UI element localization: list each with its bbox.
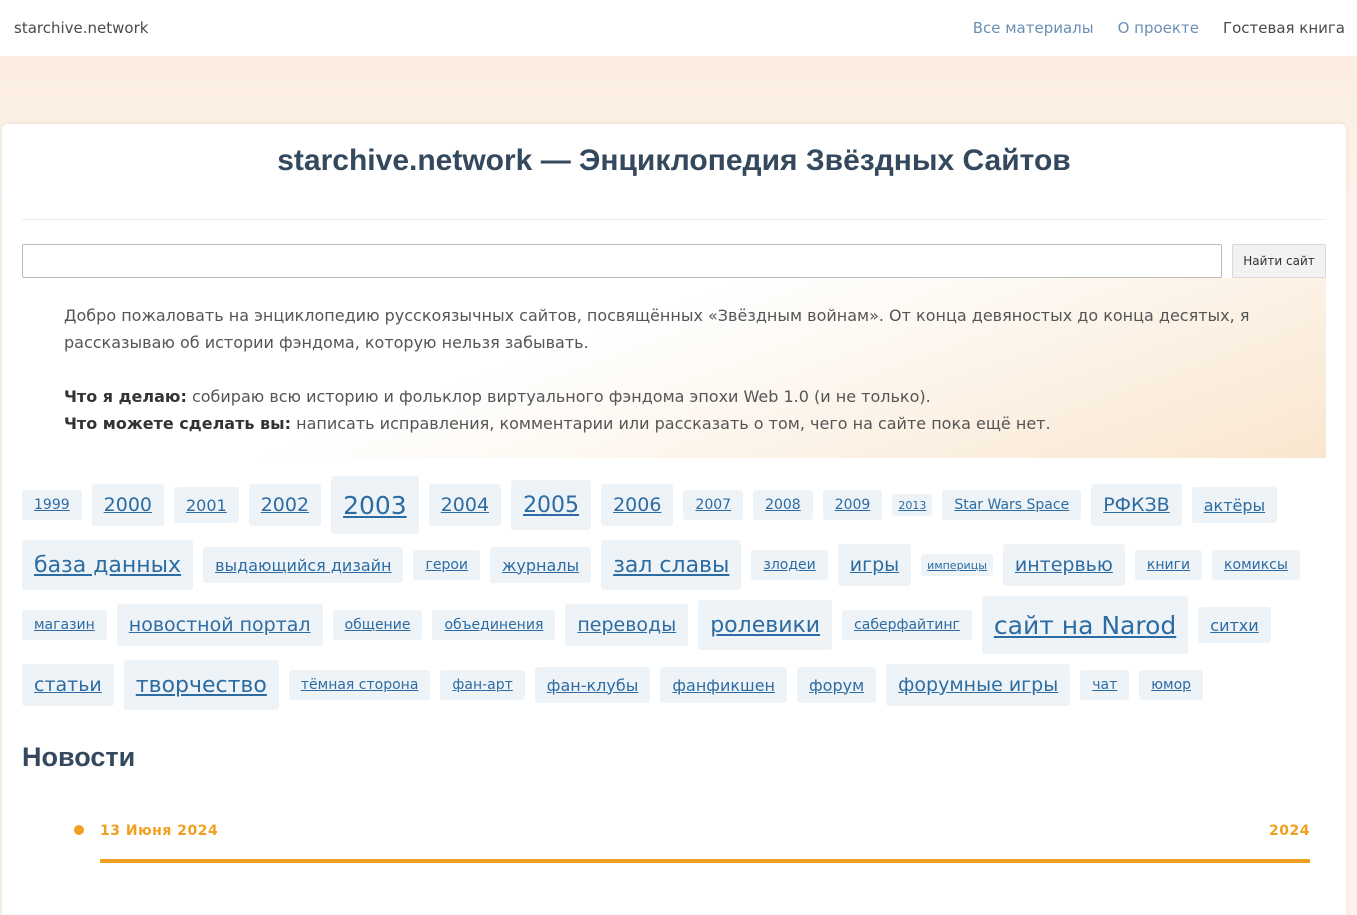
nav-links: Все материалы О проекте Гостевая книга [949,19,1345,37]
tag-link[interactable]: ситхи [1198,607,1271,643]
tag-link[interactable]: новостной портал [116,604,323,646]
tag-link[interactable]: юмор [1139,670,1204,700]
tag-link[interactable]: саберфайтинг [842,610,972,640]
tag-cloud: 1999 2000 2001 2002 2003 2004 2005 2006 2007 2008… [22,476,1326,710]
tag-link[interactable]: актёры [1191,487,1278,523]
tag-link[interactable]: 2002 [248,484,322,526]
brand-link[interactable]: starchive.network [14,19,148,37]
tag-link[interactable]: 1999 [22,490,82,520]
page-title: starchive.network — Энциклопедия Звёздны… [22,124,1326,220]
tag-link[interactable]: 2004 [428,484,502,526]
tag-link[interactable]: фанфикшен [660,667,787,703]
tag-link[interactable]: журналы [490,547,592,583]
tag-link[interactable]: ролевики [698,600,833,650]
tag-link[interactable]: 2001 [174,487,239,523]
tag-link[interactable]: РФКЗВ [1091,484,1182,526]
tag-link[interactable]: 2009 [822,490,883,520]
tag-link[interactable]: магазин [22,610,107,640]
intro-block: Добро пожаловать на энциклопедию русскоя… [22,278,1326,458]
tag-link[interactable]: база данных [22,540,194,590]
tag-link[interactable]: выдающийся дизайн [203,547,404,583]
tag-link[interactable]: фан-арт [440,670,525,700]
tag-link[interactable]: творчество [123,660,279,710]
tag-link[interactable]: чат [1080,670,1130,700]
tag-link[interactable]: форум [797,667,877,703]
tag-link[interactable]: сайт на Narod [981,596,1189,654]
tag-link[interactable]: объединения [432,610,556,640]
tag-link[interactable]: 2008 [753,490,813,520]
intro-details: Что я делаю: собираю всю историю и фольк… [64,383,1286,437]
tag-link[interactable]: герои [413,550,481,580]
top-navbar: starchive.network Все материалы О проект… [0,0,1357,56]
tag-link[interactable]: империцы [921,554,993,576]
news-heading: Новости [22,742,136,772]
news-date: 13 Июня 2024 [100,823,219,839]
tag-link[interactable]: злодеи [751,550,828,580]
tag-link[interactable]: зал славы [601,540,742,590]
tag-link[interactable]: 2003 [331,476,419,534]
tag-link[interactable]: форумные игры [886,664,1071,706]
tag-link[interactable]: Star Wars Space [942,490,1082,520]
news-item[interactable]: 13 Июня 2024 2024 [74,823,1310,863]
tag-link[interactable]: книги [1134,550,1203,580]
search-row: Найти сайт [22,244,1326,278]
what-i-do-label: Что я делаю: [64,387,187,406]
timeline-bullet-icon [74,825,84,835]
tag-link[interactable]: 2006 [601,484,674,526]
tag-link[interactable]: фан-клубы [534,667,651,703]
tag-link[interactable]: интервью [1002,544,1125,586]
tag-link[interactable]: комиксы [1212,550,1300,580]
search-button[interactable]: Найти сайт [1232,244,1326,278]
tag-link[interactable]: игры [837,544,912,586]
tag-link[interactable]: статьи [22,664,114,706]
tag-link[interactable]: 2005 [511,480,592,530]
news-year: 2024 [1269,823,1310,839]
what-you-do-text: написать исправления, комментарии или ра… [291,414,1051,433]
main-card: starchive.network — Энциклопедия Звёздны… [2,124,1346,915]
nav-link-guestbook[interactable]: Гостевая книга [1223,19,1345,37]
tag-link[interactable]: общение [332,610,423,640]
tag-link[interactable]: 2007 [683,490,744,520]
intro-welcome: Добро пожаловать на энциклопедию русскоя… [64,306,1250,352]
nav-link-all-materials[interactable]: Все материалы [973,19,1094,37]
search-input[interactable] [22,244,1222,278]
tag-link[interactable]: тёмная сторона [288,670,431,700]
tag-link[interactable]: переводы [565,604,689,646]
what-i-do-text: собираю всю историю и фольклор виртуальн… [186,387,931,406]
tag-link[interactable]: 2000 [91,484,164,526]
nav-link-about[interactable]: О проекте [1118,19,1199,37]
what-you-do-label: Что можете сделать вы: [64,414,292,433]
tag-link[interactable]: 2013 [892,494,933,516]
